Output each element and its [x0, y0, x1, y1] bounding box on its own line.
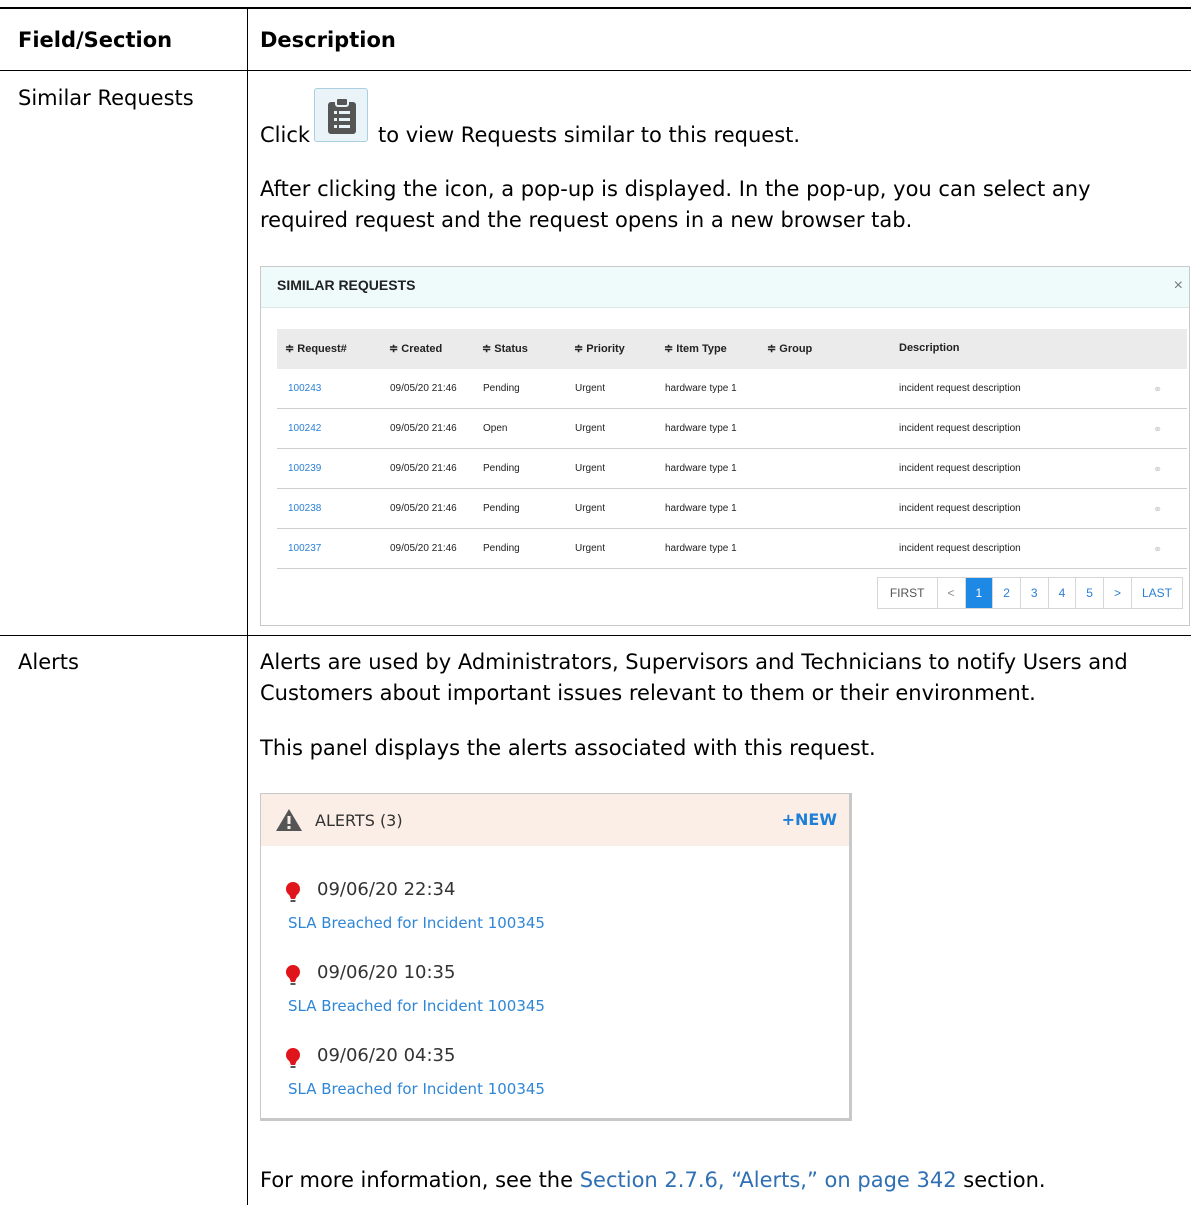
header-rule: [0, 70, 1191, 71]
description-cell: incident request description: [899, 423, 1021, 434]
request-link[interactable]: 100243: [288, 383, 321, 394]
popup-header: SIMILAR REQUESTS ×: [261, 267, 1189, 308]
link-icon[interactable]: ⚭: [1153, 503, 1162, 516]
similar-requests-description: After clicking the icon, a pop-up is dis…: [260, 177, 1091, 232]
lightbulb-icon: [286, 1048, 300, 1068]
pager-page-4[interactable]: 4: [1047, 578, 1076, 608]
item-type-cell: hardware type 1: [665, 423, 737, 434]
pager-first[interactable]: FIRST: [878, 578, 937, 608]
col-status[interactable]: ≑ Status: [482, 342, 528, 355]
alerts-panel: ALERTS (3) +NEW 09/06/20 22:34 SLA Breac…: [260, 793, 852, 1121]
pager-prev[interactable]: <: [936, 578, 965, 608]
warning-icon: [276, 809, 302, 831]
pager-next[interactable]: >: [1102, 578, 1131, 608]
row-rule: [0, 635, 1191, 636]
created-cell: 09/05/20 21:46: [390, 423, 457, 434]
status-cell: Pending: [483, 383, 520, 394]
field-description-table: Field/Section Description Similar Reques…: [0, 0, 1191, 1205]
table-row[interactable]: 100243 09/05/20 21:46 Pending Urgent har…: [277, 369, 1187, 409]
alerts-footer: For more information, see the Section 2.…: [260, 1165, 1165, 1196]
new-alert-button[interactable]: +NEW: [782, 810, 837, 829]
priority-cell: Urgent: [575, 543, 606, 554]
pager-page-3[interactable]: 3: [1019, 578, 1048, 608]
priority-cell: Urgent: [575, 463, 606, 474]
status-cell: Pending: [483, 503, 520, 514]
click-text-after: to view Requests similar to this request…: [378, 123, 801, 147]
close-icon[interactable]: ×: [1174, 277, 1183, 295]
column-rule: [247, 8, 248, 1205]
request-link[interactable]: 100242: [288, 423, 321, 434]
lightbulb-icon: [286, 882, 300, 902]
pager-page-2[interactable]: 2: [992, 578, 1020, 608]
similar-requests-button[interactable]: [314, 88, 368, 142]
priority-cell: Urgent: [575, 383, 606, 394]
col-created[interactable]: ≑ Created: [389, 342, 442, 355]
created-cell: 09/05/20 21:46: [390, 503, 457, 514]
field-similar-requests: Similar Requests: [18, 86, 194, 110]
col-request[interactable]: ≑ Request#: [285, 342, 347, 355]
description-cell: incident request description: [899, 463, 1021, 474]
description-cell: incident request description: [899, 383, 1021, 394]
clipboard-icon: [328, 97, 356, 134]
item-type-cell: hardware type 1: [665, 543, 737, 554]
status-cell: Pending: [483, 463, 520, 474]
status-cell: Pending: [483, 543, 520, 554]
col-item-type[interactable]: ≑ Item Type: [664, 342, 727, 355]
table-row[interactable]: 100237 09/05/20 21:46 Pending Urgent har…: [277, 529, 1187, 569]
lightbulb-icon: [286, 965, 300, 985]
request-link[interactable]: 100238: [288, 503, 321, 514]
col-priority[interactable]: ≑ Priority: [574, 342, 625, 355]
header-field-section: Field/Section: [18, 28, 173, 52]
request-link[interactable]: 100239: [288, 463, 321, 474]
request-link[interactable]: 100237: [288, 543, 321, 554]
pager-page-1[interactable]: 1: [964, 578, 993, 608]
section-link[interactable]: Section 2.7.6, “Alerts,” on page 342: [580, 1168, 957, 1192]
item-type-cell: hardware type 1: [665, 383, 737, 394]
table-row[interactable]: 100242 09/05/20 21:46 Open Urgent hardwa…: [277, 409, 1187, 449]
alert-date: 09/06/20 22:34: [317, 879, 456, 900]
table-header: ≑ Request# ≑ Created ≑ Status ≑ Priority…: [277, 329, 1187, 369]
created-cell: 09/05/20 21:46: [390, 383, 457, 394]
alert-date: 09/06/20 10:35: [317, 962, 456, 983]
table-row[interactable]: 100239 09/05/20 21:46 Pending Urgent har…: [277, 449, 1187, 489]
pagination: FIRST < 1 2 3 4 5 > LAST: [876, 577, 1183, 609]
col-group[interactable]: ≑ Group: [767, 342, 812, 355]
link-icon[interactable]: ⚭: [1153, 383, 1162, 396]
alert-date: 09/06/20 04:35: [317, 1045, 456, 1066]
alert-message-link[interactable]: SLA Breached for Incident 100345: [288, 914, 545, 932]
item-type-cell: hardware type 1: [665, 463, 737, 474]
alert-message-link[interactable]: SLA Breached for Incident 100345: [288, 997, 545, 1015]
header-description: Description: [260, 28, 396, 52]
pager-last[interactable]: LAST: [1130, 578, 1182, 608]
click-text: Click: [260, 123, 311, 147]
alerts-description: Alerts are used by Administrators, Super…: [260, 650, 1128, 705]
item-type-cell: hardware type 1: [665, 503, 737, 514]
col-description: Description: [899, 342, 960, 354]
table-top-rule: [0, 7, 1191, 9]
status-cell: Open: [483, 423, 508, 434]
priority-cell: Urgent: [575, 503, 606, 514]
popup-title: SIMILAR REQUESTS: [277, 277, 416, 293]
created-cell: 09/05/20 21:46: [390, 463, 457, 474]
footer-text-after: section.: [956, 1168, 1046, 1192]
alerts-title: ALERTS (3): [315, 811, 403, 830]
alert-message-link[interactable]: SLA Breached for Incident 100345: [288, 1080, 545, 1098]
alerts-header: ALERTS (3) +NEW: [261, 794, 849, 846]
link-icon[interactable]: ⚭: [1153, 423, 1162, 436]
footer-text-before: For more information, see the: [260, 1168, 580, 1192]
description-cell: incident request description: [899, 503, 1021, 514]
similar-requests-popup: SIMILAR REQUESTS × ≑ Request# ≑ Created …: [260, 266, 1190, 626]
priority-cell: Urgent: [575, 423, 606, 434]
pager-page-5[interactable]: 5: [1075, 578, 1103, 608]
description-cell: incident request description: [899, 543, 1021, 554]
link-icon[interactable]: ⚭: [1153, 463, 1162, 476]
alerts-panel-description: This panel displays the alerts associate…: [260, 736, 876, 760]
created-cell: 09/05/20 21:46: [390, 543, 457, 554]
field-alerts: Alerts: [18, 650, 79, 674]
table-row[interactable]: 100238 09/05/20 21:46 Pending Urgent har…: [277, 489, 1187, 529]
link-icon[interactable]: ⚭: [1153, 543, 1162, 556]
